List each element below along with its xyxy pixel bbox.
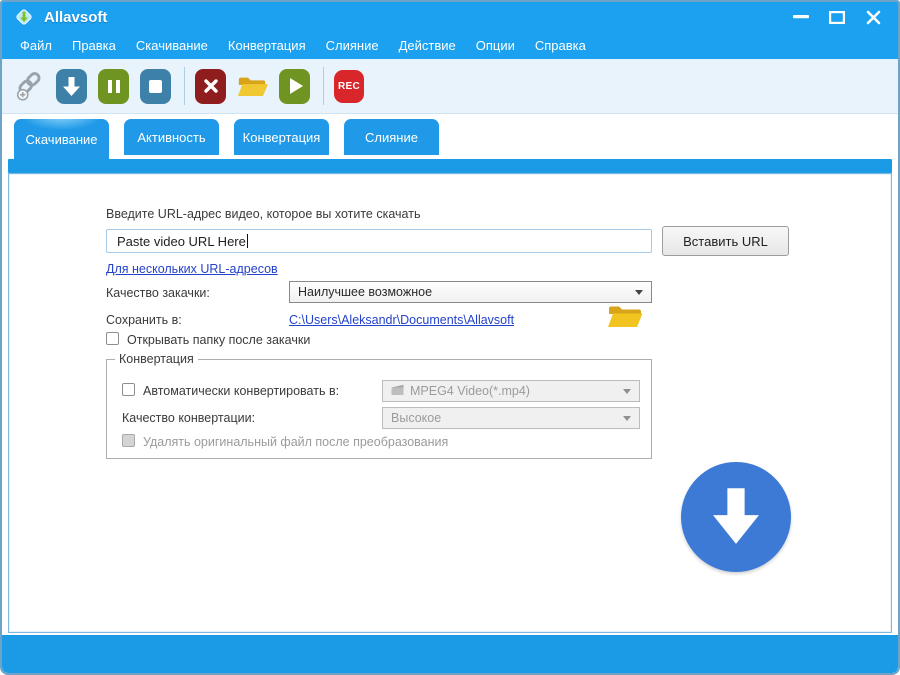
convert-format-dropdown: MPEG4 Video(*.mp4) xyxy=(382,380,640,402)
video-format-icon xyxy=(391,384,404,399)
app-logo-icon xyxy=(14,7,34,27)
chevron-down-icon xyxy=(623,416,631,421)
download-quality-dropdown[interactable]: Наилучшее возможное xyxy=(289,281,652,303)
auto-convert-label: Автоматически конвертировать в: xyxy=(143,384,339,398)
status-bar xyxy=(2,635,898,673)
close-button[interactable] xyxy=(862,7,884,27)
toolbar-separator xyxy=(323,67,324,105)
toolbar-separator xyxy=(184,67,185,105)
download-arrow-icon xyxy=(713,488,759,546)
maximize-button[interactable] xyxy=(826,7,848,27)
save-to-label: Сохранить в: xyxy=(106,313,182,327)
download-panel: Введите URL-адрес видео, которое вы хоти… xyxy=(8,173,892,633)
conversion-quality-label: Качество конвертации: xyxy=(122,411,255,425)
delete-icon[interactable] xyxy=(195,69,226,104)
chevron-down-icon xyxy=(635,290,643,295)
menu-options[interactable]: Опции xyxy=(466,35,525,56)
menu-convert[interactable]: Конвертация xyxy=(218,35,316,56)
menu-help[interactable]: Справка xyxy=(525,35,596,56)
url-prompt-label: Введите URL-адрес видео, которое вы хоти… xyxy=(106,207,420,221)
title-bar: Allavsoft xyxy=(2,2,898,32)
conversion-groupbox: Конвертация Автоматически конвертировать… xyxy=(106,359,652,459)
menu-download[interactable]: Скачивание xyxy=(126,35,218,56)
big-download-button[interactable] xyxy=(681,462,791,572)
download-icon[interactable] xyxy=(56,69,87,104)
record-button[interactable]: REC xyxy=(334,70,364,103)
tab-convert[interactable]: Конвертация xyxy=(234,119,329,155)
stop-icon[interactable] xyxy=(140,69,171,104)
save-path-link[interactable]: C:\Users\Aleksandr\Documents\Allavsoft xyxy=(289,313,514,327)
tab-activity[interactable]: Активность xyxy=(124,119,219,155)
minimize-button[interactable] xyxy=(790,7,812,27)
play-convert-icon[interactable] xyxy=(279,69,310,104)
auto-convert-checkbox[interactable] xyxy=(122,383,135,396)
url-input-value: Paste video URL Here xyxy=(117,234,246,249)
menu-merge[interactable]: Слияние xyxy=(316,35,389,56)
menu-edit[interactable]: Правка xyxy=(62,35,126,56)
window-title: Allavsoft xyxy=(44,9,107,26)
open-folder-after-label: Открывать папку после закачки xyxy=(127,333,310,347)
delete-original-checkbox xyxy=(122,434,135,447)
conversion-quality-dropdown: Высокое xyxy=(382,407,640,429)
menu-bar: Файл Правка Скачивание Конвертация Слиян… xyxy=(2,32,898,59)
rec-label: REC xyxy=(338,81,360,92)
multiple-urls-link[interactable]: Для нескольких URL-адресов xyxy=(106,262,278,276)
tab-strip xyxy=(8,159,892,173)
chevron-down-icon xyxy=(623,389,631,394)
tab-merge[interactable]: Слияние xyxy=(344,119,439,155)
delete-original-label: Удалять оригинальный файл после преобраз… xyxy=(143,435,448,449)
text-caret xyxy=(247,234,248,248)
menu-action[interactable]: Действие xyxy=(389,35,466,56)
menu-file[interactable]: Файл xyxy=(10,35,62,56)
browse-folder-icon[interactable] xyxy=(607,304,643,333)
window-controls xyxy=(790,7,884,27)
toolbar: REC xyxy=(2,59,898,114)
add-url-link-icon[interactable] xyxy=(14,69,45,104)
url-input[interactable]: Paste video URL Here xyxy=(106,229,652,253)
download-quality-label: Качество закачки: xyxy=(106,286,210,300)
pause-icon[interactable] xyxy=(98,69,129,104)
open-folder-icon[interactable] xyxy=(237,69,268,104)
paste-url-button[interactable]: Вставить URL xyxy=(662,226,789,256)
content-outer: Введите URL-адрес видео, которое вы хоти… xyxy=(2,173,898,635)
tab-download[interactable]: Скачивание xyxy=(14,119,109,159)
tab-zone: Скачивание Активность Конвертация Слияни… xyxy=(2,114,898,173)
app-window: Allavsoft Файл Правка Скачивание Конверт… xyxy=(0,0,900,675)
conversion-group-title: Конвертация xyxy=(115,352,198,366)
tab-bar: Скачивание Активность Конвертация Слияни… xyxy=(8,114,892,159)
open-folder-after-checkbox[interactable] xyxy=(106,332,119,345)
